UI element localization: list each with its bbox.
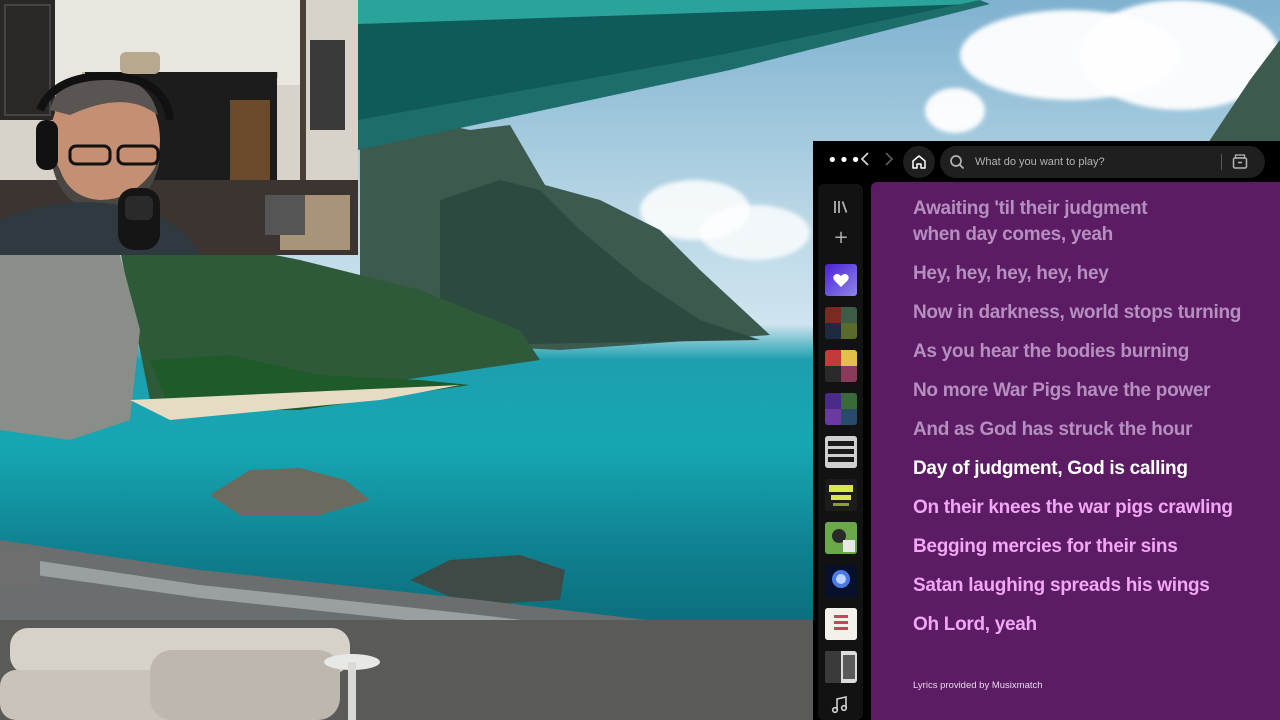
lyric-line[interactable]: On their knees the war pigs crawling bbox=[913, 495, 1280, 521]
browse-icon[interactable] bbox=[1231, 153, 1249, 171]
music-note-icon[interactable] bbox=[830, 695, 850, 715]
playlist-cover[interactable] bbox=[825, 522, 857, 554]
lyric-line[interactable]: As you hear the bodies burning bbox=[913, 339, 1280, 365]
search-bar[interactable] bbox=[940, 146, 1265, 178]
more-horizontal-icon[interactable]: ••• bbox=[827, 152, 862, 170]
search-divider bbox=[1221, 154, 1222, 170]
search-input[interactable] bbox=[973, 155, 1217, 169]
lyric-line[interactable]: Now in darkness, world stops turning bbox=[913, 300, 1280, 326]
heart-icon bbox=[833, 273, 849, 287]
lyrics-pane: Awaiting 'til their judgment when day co… bbox=[871, 182, 1280, 720]
playlist-cover[interactable] bbox=[825, 436, 857, 468]
lyrics-provider-credit: Lyrics provided by Musixmatch bbox=[913, 680, 1043, 691]
playlist-cover[interactable] bbox=[825, 565, 857, 597]
playlist-cover[interactable] bbox=[825, 307, 857, 339]
search-icon bbox=[949, 154, 965, 170]
webcam-overlay bbox=[0, 0, 358, 255]
webcam-feed bbox=[0, 0, 358, 255]
plus-icon[interactable]: + bbox=[832, 229, 850, 247]
chevron-right-icon[interactable] bbox=[883, 151, 899, 171]
spotify-window: ••• + bbox=[813, 141, 1280, 720]
top-bar: ••• bbox=[813, 141, 1280, 181]
playlist-cover[interactable] bbox=[825, 651, 857, 683]
chevron-left-icon[interactable] bbox=[859, 151, 875, 171]
playlist-cover[interactable] bbox=[825, 350, 857, 382]
home-icon bbox=[912, 155, 926, 169]
home-button[interactable] bbox=[903, 146, 935, 178]
playlist-liked-songs[interactable] bbox=[825, 264, 857, 296]
lyric-line[interactable]: Begging mercies for their sins bbox=[913, 534, 1280, 560]
playlist-cover[interactable] bbox=[825, 479, 857, 511]
lyric-line-current[interactable]: Day of judgment, God is calling bbox=[913, 456, 1280, 482]
library-icon[interactable] bbox=[832, 199, 850, 215]
playlist-cover[interactable] bbox=[825, 393, 857, 425]
lyric-line[interactable]: Hey, hey, hey, hey, hey bbox=[913, 261, 1280, 287]
lyric-line[interactable]: No more War Pigs have the power bbox=[913, 378, 1280, 404]
lyric-line[interactable]: Awaiting 'til their judgment bbox=[913, 196, 1280, 222]
lyric-line[interactable]: Oh Lord, yeah bbox=[913, 612, 1280, 638]
lyric-line[interactable]: Satan laughing spreads his wings bbox=[913, 573, 1280, 599]
lyric-line[interactable]: when day comes, yeah bbox=[913, 222, 1280, 248]
lyric-line[interactable]: And as God has struck the hour bbox=[913, 417, 1280, 443]
playlist-cover[interactable] bbox=[825, 608, 857, 640]
library-sidebar: + bbox=[818, 184, 863, 720]
